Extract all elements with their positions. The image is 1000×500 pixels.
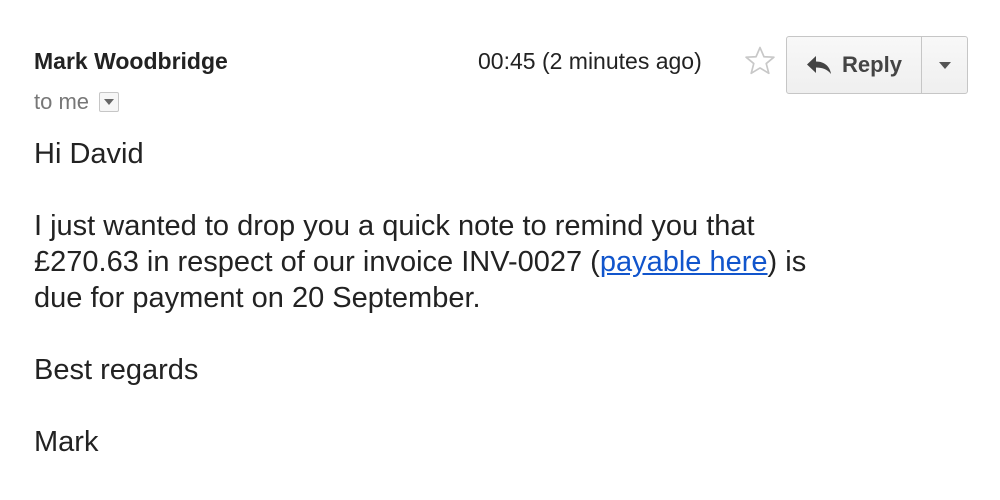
- body-line-2: £270.63 in respect of our invoice INV-00…: [34, 246, 600, 278]
- reply-label: Reply: [842, 52, 902, 77]
- star-button[interactable]: [743, 44, 777, 78]
- signature: Mark: [34, 426, 99, 458]
- reply-button-group: Reply: [786, 36, 968, 94]
- reply-button[interactable]: Reply: [787, 37, 922, 93]
- timestamp: 00:45 (2 minutes ago): [478, 48, 702, 74]
- recipient-label: to me: [34, 89, 90, 114]
- body-line-2-end: ) is: [767, 246, 807, 278]
- email-body: Hi David I just wanted to drop you a qui…: [34, 136, 934, 460]
- sender-name[interactable]: Mark Woodbridge: [34, 48, 228, 75]
- caret-down-icon: [104, 99, 115, 105]
- more-actions-button[interactable]: [922, 37, 967, 93]
- recipient-row: to me: [34, 89, 120, 115]
- chevron-down-icon: [938, 61, 951, 69]
- body-line-3: due for payment on 20 September.: [34, 282, 481, 314]
- greeting: Hi David: [34, 138, 144, 170]
- email-message: Mark Woodbridge to me 00:45 (2 minutes a…: [0, 0, 1000, 500]
- body-paragraph: I just wanted to drop you a quick note t…: [34, 208, 934, 316]
- reply-arrow-icon: [807, 56, 832, 74]
- payment-link[interactable]: payable here: [600, 246, 768, 278]
- closing: Best regards: [34, 354, 199, 386]
- recipient-details-button[interactable]: [99, 92, 120, 112]
- body-line-1: I just wanted to drop you a quick note t…: [34, 210, 755, 242]
- star-outline-icon: [745, 46, 775, 75]
